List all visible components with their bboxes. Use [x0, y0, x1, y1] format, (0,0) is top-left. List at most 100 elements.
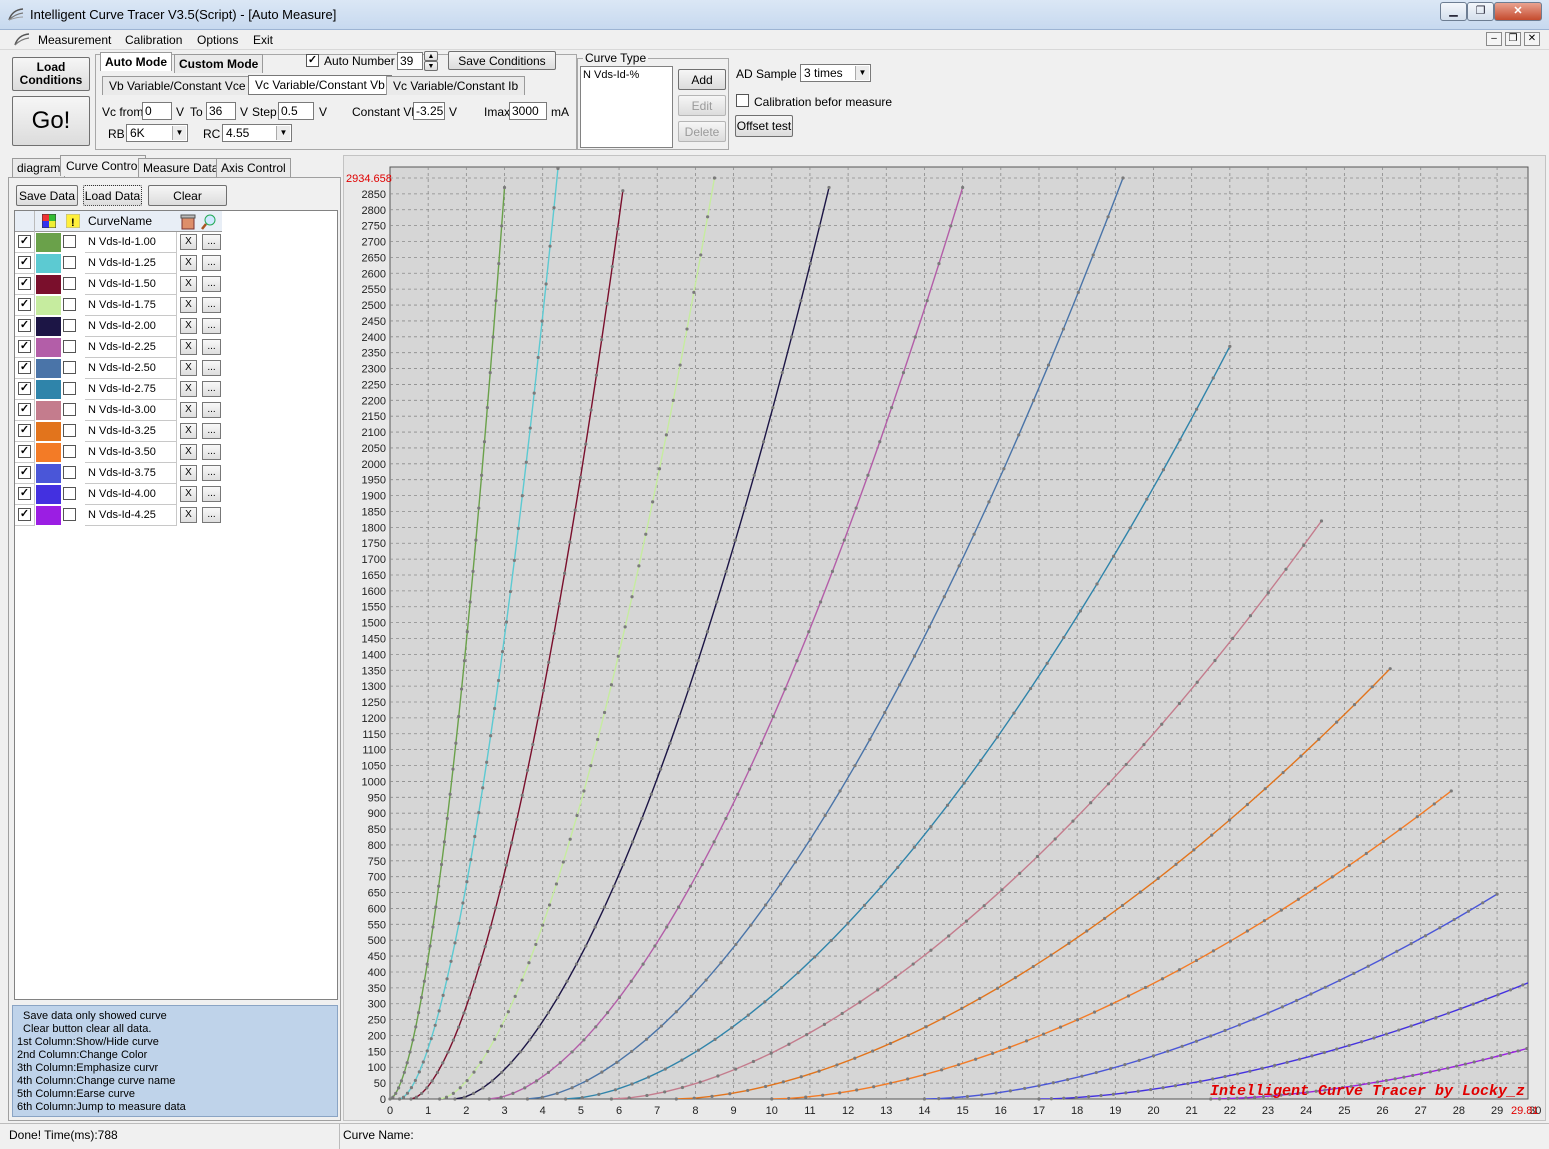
erase-curve-button[interactable]: X: [180, 360, 197, 376]
emphasize-checkbox[interactable]: [63, 277, 76, 290]
list-item[interactable]: ✓ N Vds-Id-1.75 X...: [15, 295, 222, 316]
jump-to-data-button[interactable]: ...: [202, 486, 221, 502]
show-curve-checkbox[interactable]: ✓: [18, 235, 31, 248]
curve-name[interactable]: N Vds-Id-1.50: [88, 278, 156, 290]
show-curve-checkbox[interactable]: ✓: [18, 256, 31, 269]
load-conditions-button[interactable]: Load Conditions: [12, 57, 90, 91]
list-item[interactable]: ✓ N Vds-Id-2.25 X...: [15, 337, 222, 358]
tab-curve-control[interactable]: Curve Control: [60, 155, 147, 176]
jump-to-data-button[interactable]: ...: [202, 465, 221, 481]
show-curve-checkbox[interactable]: ✓: [18, 424, 31, 437]
mdi-minimize-button[interactable]: –: [1486, 32, 1502, 46]
load-data-button[interactable]: Load Data: [83, 185, 142, 206]
erase-curve-button[interactable]: X: [180, 444, 197, 460]
save-conditions-button[interactable]: Save Conditions: [448, 51, 556, 70]
curve-color-swatch[interactable]: [36, 464, 61, 483]
show-curve-checkbox[interactable]: ✓: [18, 508, 31, 521]
erase-curve-button[interactable]: X: [180, 486, 197, 502]
spin-down-button[interactable]: ▼: [424, 61, 438, 71]
close-button[interactable]: ✕: [1494, 2, 1542, 21]
auto-number-checkbox[interactable]: ✓: [306, 54, 319, 67]
jump-to-data-button[interactable]: ...: [202, 402, 221, 418]
list-item[interactable]: ✓ N Vds-Id-1.50 X...: [15, 274, 222, 295]
erase-curve-button[interactable]: X: [180, 318, 197, 334]
calibration-checkbox[interactable]: [736, 94, 749, 107]
tab-measure-data[interactable]: Measure Data: [138, 158, 224, 177]
curve-name[interactable]: N Vds-Id-2.25: [88, 341, 156, 353]
vc-to-input[interactable]: 36: [206, 102, 236, 120]
jump-to-data-button[interactable]: ...: [202, 318, 221, 334]
curve-color-swatch[interactable]: [36, 380, 61, 399]
show-curve-checkbox[interactable]: ✓: [18, 298, 31, 311]
show-curve-checkbox[interactable]: ✓: [18, 277, 31, 290]
emphasize-checkbox[interactable]: [63, 256, 76, 269]
auto-number-input[interactable]: 39: [397, 52, 423, 70]
jump-to-data-button[interactable]: ...: [202, 234, 221, 250]
constant-vb-input[interactable]: -3.25: [413, 102, 445, 120]
list-item[interactable]: ✓ N Vds-Id-2.00 X...: [15, 316, 222, 337]
show-curve-checkbox[interactable]: ✓: [18, 403, 31, 416]
erase-curve-button[interactable]: X: [180, 507, 197, 523]
show-curve-checkbox[interactable]: ✓: [18, 445, 31, 458]
save-data-button[interactable]: Save Data: [16, 185, 78, 206]
curve-color-swatch[interactable]: [36, 317, 61, 336]
curve-color-swatch[interactable]: [36, 506, 61, 525]
emphasize-checkbox[interactable]: [63, 403, 76, 416]
curve-name[interactable]: N Vds-Id-4.25: [88, 509, 156, 521]
menu-exit[interactable]: Exit: [253, 33, 273, 47]
curve-color-swatch[interactable]: [36, 401, 61, 420]
erase-curve-button[interactable]: X: [180, 381, 197, 397]
curve-color-swatch[interactable]: [36, 359, 61, 378]
imax-input[interactable]: 3000: [509, 102, 547, 120]
list-item[interactable]: ✓ N Vds-Id-4.00 X...: [15, 484, 222, 505]
curve-color-swatch[interactable]: [36, 275, 61, 294]
curve-name[interactable]: N Vds-Id-3.00: [88, 404, 156, 416]
offset-test-button[interactable]: Offset test: [735, 115, 793, 137]
list-item[interactable]: ✓ N Vds-Id-3.50 X...: [15, 442, 222, 463]
emphasize-checkbox[interactable]: [63, 445, 76, 458]
maximize-button[interactable]: ❐: [1467, 2, 1494, 21]
curve-type-list[interactable]: N Vds-Id-%: [580, 66, 673, 148]
jump-to-data-button[interactable]: ...: [202, 276, 221, 292]
list-item[interactable]: ✓ N Vds-Id-1.25 X...: [15, 253, 222, 274]
jump-to-data-button[interactable]: ...: [202, 507, 221, 523]
jump-to-data-button[interactable]: ...: [202, 339, 221, 355]
minimize-button[interactable]: ▁: [1440, 2, 1467, 21]
emphasize-checkbox[interactable]: [63, 508, 76, 521]
list-item[interactable]: ✓ N Vds-Id-2.50 X...: [15, 358, 222, 379]
show-curve-checkbox[interactable]: ✓: [18, 340, 31, 353]
spin-up-button[interactable]: ▲: [424, 51, 438, 61]
clear-button[interactable]: Clear: [148, 185, 227, 206]
curve-color-swatch[interactable]: [36, 296, 61, 315]
curve-name[interactable]: N Vds-Id-3.50: [88, 446, 156, 458]
emphasize-checkbox[interactable]: [63, 466, 76, 479]
tab-vc-variable-ib[interactable]: Vc Variable/Constant Ib: [386, 76, 526, 95]
curve-name[interactable]: N Vds-Id-1.75: [88, 299, 156, 311]
jump-to-data-button[interactable]: ...: [202, 360, 221, 376]
delete-button[interactable]: Delete: [678, 121, 726, 142]
show-curve-checkbox[interactable]: ✓: [18, 466, 31, 479]
erase-curve-button[interactable]: X: [180, 255, 197, 271]
curve-name[interactable]: N Vds-Id-1.25: [88, 257, 156, 269]
emphasize-checkbox[interactable]: [63, 361, 76, 374]
curve-name[interactable]: N Vds-Id-3.75: [88, 467, 156, 479]
rc-select[interactable]: 4.55 ▼: [222, 124, 292, 142]
list-item[interactable]: ✓ N Vds-Id-4.25 X...: [15, 505, 222, 526]
ad-sample-select[interactable]: 3 times ▼: [800, 64, 871, 82]
emphasize-checkbox[interactable]: [63, 235, 76, 248]
step-input[interactable]: 0.5: [278, 102, 314, 120]
list-item[interactable]: ✓ N Vds-Id-1.00 X...: [15, 232, 222, 253]
list-item[interactable]: ✓ N Vds-Id-3.25 X...: [15, 421, 222, 442]
curve-name[interactable]: N Vds-Id-2.00: [88, 320, 156, 332]
curve-color-swatch[interactable]: [36, 485, 61, 504]
emphasize-checkbox[interactable]: [63, 487, 76, 500]
erase-curve-button[interactable]: X: [180, 234, 197, 250]
edit-button[interactable]: Edit: [678, 95, 726, 116]
erase-curve-button[interactable]: X: [180, 339, 197, 355]
curve-type-item[interactable]: N Vds-Id-%: [583, 69, 670, 81]
tab-vc-variable-vb[interactable]: Vc Variable/Constant Vb: [248, 75, 392, 95]
mdi-restore-button[interactable]: ❐: [1505, 32, 1521, 46]
curve-name[interactable]: N Vds-Id-2.50: [88, 362, 156, 374]
erase-curve-button[interactable]: X: [180, 402, 197, 418]
tab-axis-control[interactable]: Axis Control: [216, 158, 291, 177]
